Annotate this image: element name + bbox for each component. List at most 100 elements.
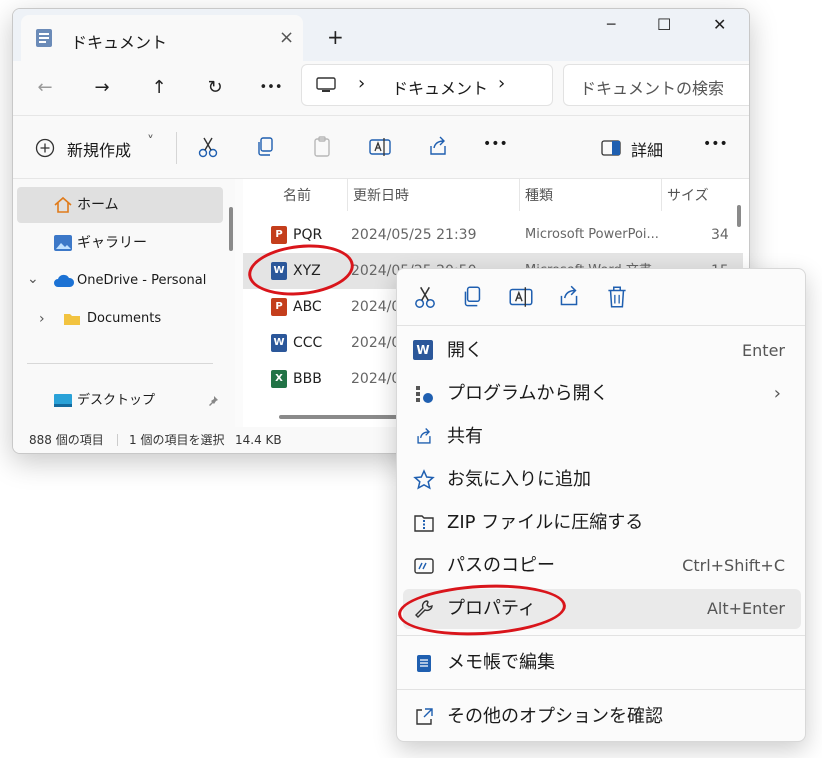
- share-icon: [417, 428, 431, 444]
- copy-path-icon: [414, 558, 434, 574]
- address-location[interactable]: ドキュメント: [392, 75, 488, 99]
- star-icon: [413, 469, 435, 490]
- column-header-type[interactable]: 種類: [525, 185, 553, 205]
- vertical-scrollbar[interactable]: [737, 205, 741, 227]
- sidebar-item-desktop[interactable]: デスクトップ: [17, 383, 223, 419]
- gallery-icon: [54, 235, 72, 251]
- column-divider: [347, 179, 348, 211]
- address-bar[interactable]: › ドキュメント ›: [301, 64, 553, 106]
- sidebar-item-label: ホーム: [77, 197, 119, 213]
- search-placeholder[interactable]: ドキュメントの検索: [580, 75, 724, 99]
- sidebar-item-label: デスクトップ: [77, 393, 156, 408]
- title-bar: ドキュメント × + ─ ☐ ✕: [13, 9, 749, 61]
- folder-icon: [64, 314, 80, 325]
- file-size: 34: [711, 227, 729, 243]
- powerpoint-icon: P: [271, 298, 287, 316]
- document-app-icon: [36, 29, 52, 47]
- selection-size: 14.4 KB: [235, 433, 282, 447]
- menu-item-open-with[interactable]: プログラムから開く ›: [403, 374, 801, 414]
- rename-icon[interactable]: [367, 134, 393, 160]
- menu-item-shortcut: Enter: [742, 341, 785, 360]
- file-date: 2024/0: [351, 299, 401, 315]
- tab-documents[interactable]: ドキュメント ×: [21, 15, 303, 61]
- toolbar-more-button[interactable]: •••: [483, 136, 508, 152]
- back-button[interactable]: ←: [31, 74, 59, 102]
- menu-item-compress-zip[interactable]: ZIP ファイルに圧縮する: [403, 503, 801, 543]
- refresh-button[interactable]: ↻: [201, 74, 229, 102]
- expand-chevron-icon[interactable]: ⌄: [27, 261, 39, 297]
- sidebar-item-documents[interactable]: › Documents: [17, 301, 223, 337]
- column-divider: [519, 179, 520, 211]
- command-bar: 新規作成 ˅ ••• 詳細 •••: [13, 116, 749, 179]
- menu-item-open[interactable]: W 開く Enter: [403, 331, 801, 371]
- close-button[interactable]: ✕: [713, 15, 726, 34]
- minimize-button[interactable]: ─: [607, 17, 615, 33]
- sidebar-item-gallery[interactable]: ギャラリー: [17, 225, 223, 261]
- new-button[interactable]: 新規作成 ˅: [35, 134, 165, 162]
- rename-icon[interactable]: [507, 283, 535, 311]
- tab-close-icon[interactable]: ×: [279, 27, 294, 48]
- external-icon: [416, 708, 433, 725]
- cut-icon[interactable]: [195, 134, 221, 160]
- maximize-button[interactable]: ☐: [657, 15, 671, 34]
- menu-item-edit-notepad[interactable]: メモ帳で編集: [403, 643, 801, 683]
- delete-icon[interactable]: [603, 283, 631, 311]
- menu-item-label: お気に入りに追加: [447, 469, 591, 490]
- plus-circle-icon: [35, 138, 55, 158]
- file-type: Microsoft PowerPoi...: [525, 227, 659, 242]
- forward-button[interactable]: →: [88, 74, 116, 102]
- notepad-icon: [417, 655, 431, 672]
- column-header-modified[interactable]: 更新日時: [353, 185, 409, 205]
- word-icon: W: [271, 334, 287, 352]
- horizontal-scrollbar[interactable]: [279, 415, 409, 419]
- address-separator: ›: [358, 73, 366, 94]
- nav-more-button[interactable]: •••: [257, 74, 285, 102]
- sidebar-item-home[interactable]: ホーム: [17, 187, 223, 223]
- share-icon[interactable]: [425, 134, 451, 160]
- sidebar-divider: [27, 363, 213, 364]
- toolbar-more2-button[interactable]: •••: [703, 136, 728, 152]
- file-date: 2024/05/25 21:39: [351, 227, 477, 243]
- desktop-icon: [54, 394, 72, 407]
- search-box[interactable]: ドキュメントの検索: [563, 64, 749, 106]
- file-date: 2024/0: [351, 371, 401, 387]
- menu-item-label: 共有: [447, 426, 483, 447]
- tab-title: ドキュメント: [71, 33, 168, 52]
- details-pane-icon: [601, 140, 621, 156]
- column-header-size[interactable]: サイズ: [667, 185, 709, 205]
- share-icon[interactable]: [555, 283, 583, 311]
- column-divider: [661, 179, 662, 211]
- computer-icon: [316, 77, 336, 92]
- copy-icon[interactable]: [459, 283, 487, 311]
- up-button[interactable]: ↑: [145, 74, 173, 102]
- file-name: CCC: [293, 335, 323, 351]
- powerpoint-icon: P: [271, 226, 287, 244]
- file-name: BBB: [293, 371, 322, 387]
- menu-separator: [397, 689, 805, 690]
- navigation-bar: ← → ↑ ↻ ••• › ドキュメント › ドキュメントの検索: [13, 61, 749, 116]
- column-header-name[interactable]: 名前: [283, 185, 311, 205]
- menu-item-copy-path[interactable]: パスのコピー Ctrl+Shift+C: [403, 546, 801, 586]
- sidebar-item-label: Documents: [87, 311, 162, 326]
- new-tab-button[interactable]: +: [327, 25, 344, 49]
- copy-icon[interactable]: [253, 134, 279, 160]
- address-chevron-icon[interactable]: ›: [498, 73, 505, 94]
- menu-item-label: パスのコピー: [447, 555, 555, 576]
- sidebar-item-onedrive[interactable]: ⌄ OneDrive - Personal: [17, 263, 223, 299]
- menu-item-more-options[interactable]: その他のオプションを確認: [403, 697, 801, 737]
- menu-item-shortcut: Ctrl+Shift+C: [682, 556, 785, 575]
- word-icon: W: [413, 340, 433, 360]
- menu-item-add-favorite[interactable]: お気に入りに追加: [403, 460, 801, 500]
- paste-icon: [314, 136, 330, 157]
- details-button[interactable]: 詳細: [601, 134, 671, 162]
- cut-icon[interactable]: [411, 283, 439, 311]
- toolbar-divider: [176, 132, 177, 164]
- status-divider: [117, 434, 118, 446]
- navigation-pane: ホーム ギャラリー ⌄ OneDrive - Personal › Docume…: [13, 179, 235, 427]
- sidebar-item-label: OneDrive - Personal: [77, 273, 207, 288]
- menu-item-share[interactable]: 共有: [403, 417, 801, 457]
- new-button-label: 新規作成: [67, 141, 132, 160]
- expand-chevron-icon[interactable]: ›: [39, 301, 45, 337]
- menu-separator: [397, 325, 805, 326]
- sidebar-scrollbar[interactable]: [229, 207, 233, 251]
